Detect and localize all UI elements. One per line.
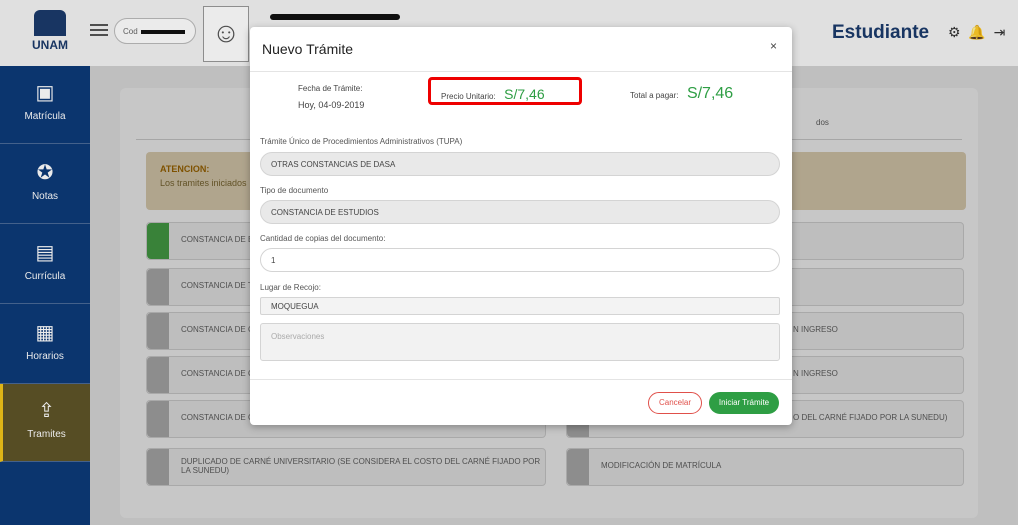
date-label: Fecha de Trámite:	[298, 84, 363, 93]
total-label: Total a pagar:	[630, 91, 679, 100]
pickup-label: Lugar de Recojo:	[260, 283, 321, 292]
observations-textarea[interactable]: Observaciones	[260, 323, 780, 361]
copies-input[interactable]: 1	[260, 248, 780, 272]
unit-price-label: Precio Unitario:	[441, 92, 496, 101]
tupa-select[interactable]: OTRAS CONSTANCIAS DE DASA	[260, 152, 780, 176]
close-icon[interactable]: ×	[770, 39, 777, 53]
divider	[250, 71, 792, 72]
document-type-label: Tipo de documento	[260, 186, 329, 195]
divider	[250, 379, 792, 380]
tupa-label: Trámite Único de Procedimientos Administ…	[260, 137, 463, 146]
modal-title: Nuevo Trámite	[262, 41, 354, 57]
total-value: S/7,46	[686, 85, 734, 102]
total-to-pay: Total a pagar: S/7,46	[630, 85, 733, 103]
date-value: Hoy, 04-09-2019	[298, 100, 365, 110]
new-request-modal: Nuevo Trámite × Fecha de Trámite: Hoy, 0…	[250, 27, 792, 425]
document-type-select[interactable]: CONSTANCIA DE ESTUDIOS	[260, 200, 780, 224]
unit-price-value: S/7,46	[504, 86, 545, 102]
pickup-location-field[interactable]: MOQUEGUA	[260, 297, 780, 315]
copies-label: Cantidad de copias del documento:	[260, 234, 386, 243]
start-request-button[interactable]: Iniciar Trámite	[709, 392, 779, 414]
unit-price-highlight: Precio Unitario: S/7,46	[428, 77, 582, 105]
cancel-button[interactable]: Cancelar	[648, 392, 702, 414]
